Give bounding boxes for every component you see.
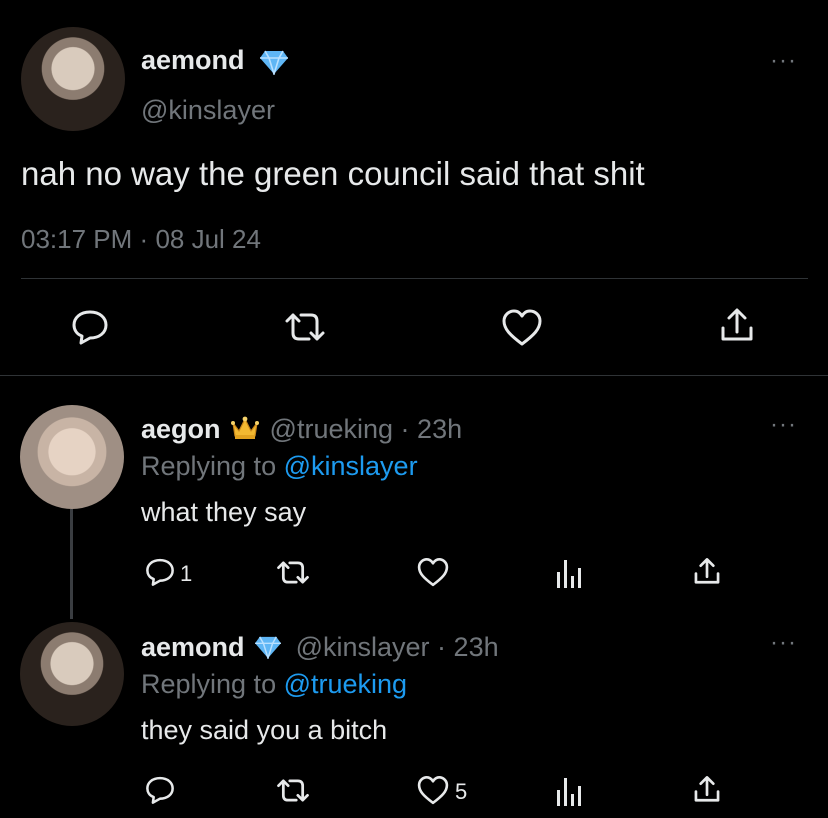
main-timestamp[interactable]: 03:17 PM · 08 Jul 24 — [21, 224, 261, 255]
thread-line — [70, 509, 73, 619]
timestamp-separator: · — [139, 224, 149, 254]
more-icon[interactable]: ··· — [770, 49, 797, 73]
main-time: 03:17 PM — [21, 224, 133, 254]
like-icon[interactable] — [416, 557, 450, 588]
verified-diamond-icon — [259, 49, 289, 75]
verified-diamond-icon — [254, 635, 282, 659]
like-icon[interactable] — [416, 775, 450, 806]
replying-to-label: Replying to — [141, 451, 277, 481]
reply-header: aegon @trueking · 23h — [141, 414, 462, 445]
like-count: 5 — [455, 779, 468, 804]
comment-icon[interactable] — [70, 308, 110, 346]
analytics-icon[interactable] — [556, 776, 582, 806]
reply-handle[interactable]: @kinslayer — [296, 632, 430, 662]
reply-count: 1 — [180, 561, 193, 586]
avatar-aemond[interactable] — [20, 622, 124, 726]
reply-text: they said you a bitch — [141, 715, 388, 745]
retweet-icon[interactable] — [283, 309, 327, 345]
more-icon[interactable]: ··· — [770, 631, 797, 655]
crown-icon — [230, 415, 260, 441]
main-tweet-text: nah no way the green council said that s… — [21, 155, 645, 192]
share-icon[interactable] — [692, 556, 722, 588]
comment-icon[interactable] — [144, 775, 176, 805]
reply-handle[interactable]: @trueking — [270, 414, 393, 444]
divider — [0, 375, 828, 376]
reply-dot: · — [400, 414, 410, 444]
reply-age[interactable]: 23h — [454, 632, 499, 662]
share-icon[interactable] — [718, 306, 756, 346]
replying-to: Replying to @kinslayer — [141, 451, 418, 482]
reply-dot: · — [437, 632, 447, 662]
share-icon[interactable] — [692, 774, 722, 806]
replying-to-link[interactable]: @trueking — [284, 669, 407, 699]
main-date: 08 Jul 24 — [155, 224, 261, 254]
main-display-name[interactable]: aemond — [141, 45, 245, 76]
reply-display-name[interactable]: aegon — [141, 414, 221, 444]
analytics-icon[interactable] — [556, 558, 582, 588]
replying-to: Replying to @trueking — [141, 669, 407, 700]
more-icon[interactable]: ··· — [770, 413, 797, 437]
replying-to-link[interactable]: @kinslayer — [284, 451, 418, 481]
retweet-icon[interactable] — [275, 776, 311, 805]
reply-header: aemond @kinslayer · 23h — [141, 632, 499, 663]
like-icon[interactable] — [500, 308, 544, 348]
reply-text: what they say — [141, 497, 307, 527]
replying-to-label: Replying to — [141, 669, 277, 699]
avatar-aemond[interactable] — [21, 27, 125, 131]
reply-display-name[interactable]: aemond — [141, 632, 245, 662]
comment-icon[interactable] — [144, 557, 176, 587]
divider — [21, 278, 808, 279]
main-handle[interactable]: @kinslayer — [141, 95, 275, 126]
retweet-icon[interactable] — [275, 558, 311, 587]
avatar-aegon[interactable] — [20, 405, 124, 509]
reply-age[interactable]: 23h — [417, 414, 462, 444]
